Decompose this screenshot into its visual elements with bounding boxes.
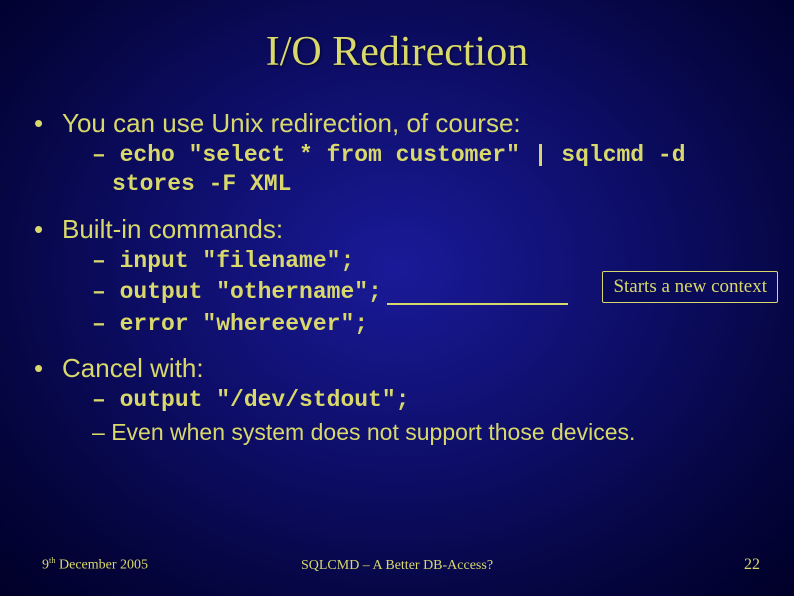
footer-page-number: 22 <box>744 556 760 574</box>
callout-leader-line <box>387 303 568 305</box>
bullet-builtin: Built-in commands: <box>34 214 760 245</box>
slide-title: I/O Redirection <box>0 0 794 76</box>
callout-box: Starts a new context <box>602 271 778 303</box>
bullet-unix-example: echo "select * from customer" | sqlcmd -… <box>92 141 760 200</box>
bullet-unix: You can use Unix redirection, of course: <box>34 108 760 139</box>
footer-subtitle: SQLCMD – A Better DB-Access? <box>0 558 794 574</box>
bullet-cancel-output: output "/dev/stdout"; <box>92 386 760 415</box>
bullet-builtin-error: error "whereever"; <box>92 310 760 339</box>
bullet-cancel: Cancel with: <box>34 353 760 384</box>
bullet-cancel-note: Even when system does not support those … <box>92 418 760 447</box>
slide-body: You can use Unix redirection, of course:… <box>0 76 794 447</box>
